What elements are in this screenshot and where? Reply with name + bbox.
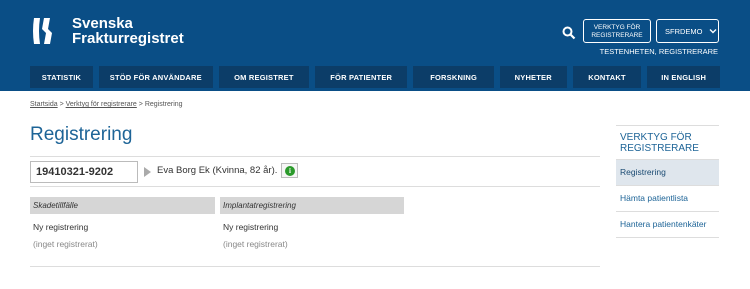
user-menu-button[interactable]: SFRDEMO [656,19,719,43]
column-header-skadetillfalle: Skadetillfälle [30,197,215,214]
nav-item-stod-for-anvandare[interactable]: STÖD FÖR ANVÄNDARE [98,66,213,88]
info-icon: i [285,166,295,176]
nav-item-nyheter[interactable]: NYHETER [499,66,567,88]
logo-line-2: Frakturregistret [72,30,184,47]
new-registration-link[interactable]: Ny registrering [223,222,278,232]
page-title: Registrering [30,124,133,145]
main-nav: STATISTIK STÖD FÖR ANVÄNDARE OM REGISTRE… [30,66,721,88]
chevron-down-icon [709,29,716,34]
divider [30,156,600,157]
nav-item-in-english[interactable]: IN ENGLISH [647,66,721,88]
breadcrumb-current: Registrering [144,101,183,108]
info-button[interactable]: i [281,163,298,178]
site-header: Svenska Frakturregistret VERKTYG FÖR REG… [0,0,750,91]
search-icon[interactable] [562,25,576,40]
nav-item-om-registret[interactable]: OM REGISTRET [218,66,310,88]
sidebar: VERKTYG FÖR REGISTRERARE Registrering Hä… [616,125,719,238]
nav-item-statistik[interactable]: STATISTIK [30,66,93,88]
sidebar-item-hantera-patientenkater[interactable]: Hantera patientenkäter [616,212,719,238]
new-registration-link[interactable]: Ny registrering [33,222,88,232]
arrow-right-icon [144,167,151,177]
site-logo[interactable]: Svenska Frakturregistret [30,14,184,48]
empty-state-text: (inget registrerat) [223,239,288,249]
breadcrumb: Startsida > Verktyg för registrerare > R… [30,101,183,108]
breadcrumb-startsida[interactable]: Startsida [30,101,58,108]
fracture-logo-icon [30,14,66,48]
user-menu-label: SFRDEMO [665,26,703,36]
sidebar-item-hamta-patientlista[interactable]: Hämta patientlista [616,186,719,212]
tools-for-registrars-button[interactable]: VERKTYG FÖR REGISTRERARE [583,19,651,43]
column-header-implantatregistrering: Implantatregistrering [220,197,404,214]
breadcrumb-separator: > [138,101,143,108]
patient-info: Eva Borg Ek (Kvinna, 82 år). [157,165,278,176]
divider [30,186,600,187]
personnummer-field[interactable]: 19410321-9202 [30,161,138,183]
empty-state-text: (inget registrerat) [33,239,98,249]
breadcrumb-verktyg[interactable]: Verktyg för registrerare [66,101,137,108]
logo-line-1: Svenska [72,15,133,32]
unit-role-label: TESTENHETEN, REGISTRERARE [599,47,718,56]
nav-item-kontakt[interactable]: KONTAKT [572,66,642,88]
sidebar-item-registrering[interactable]: Registrering [616,160,719,186]
nav-item-for-patienter[interactable]: FÖR PATIENTER [315,66,408,88]
sidebar-title: VERKTYG FÖR REGISTRERARE [616,125,719,160]
nav-item-forskning[interactable]: FORSKNING [413,66,494,88]
divider [30,266,600,267]
breadcrumb-separator: > [59,101,64,108]
